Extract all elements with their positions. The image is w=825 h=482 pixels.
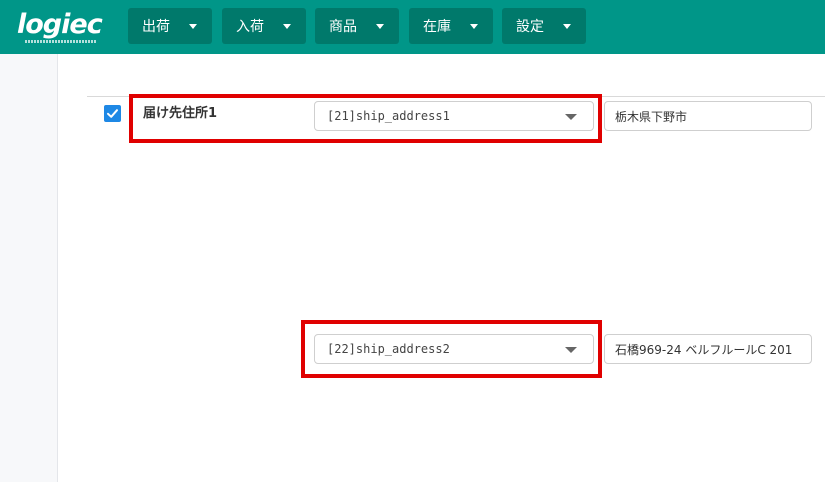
logiec-logo[interactable]: logiec <box>17 9 117 45</box>
caret-down-icon <box>563 24 571 29</box>
top-nav-bar: logiec 出荷 入荷 商品 在庫 設定 <box>0 0 825 54</box>
nav-menu-label: 入荷 <box>236 19 264 35</box>
logo-text: logiec <box>17 9 103 40</box>
field-label: 届け先住所1 <box>143 106 218 121</box>
caret-down-icon <box>189 24 197 29</box>
sample-value-input-row2[interactable] <box>604 334 812 364</box>
caret-down-icon <box>376 24 384 29</box>
row-divider <box>87 96 825 97</box>
caret-down-icon <box>283 24 291 29</box>
nav-menu-receiving[interactable]: 入荷 <box>222 8 306 44</box>
caret-down-icon <box>565 114 577 120</box>
sample-value-input-row1[interactable] <box>604 101 812 131</box>
nav-menu-label: 出荷 <box>142 19 170 35</box>
nav-menu-shipping[interactable]: 出荷 <box>128 8 212 44</box>
nav-menu-label: 商品 <box>329 19 357 35</box>
select-value: [21]ship_address1 <box>327 109 450 123</box>
select-value: [22]ship_address2 <box>327 342 450 356</box>
checkmark-icon <box>107 109 118 118</box>
column-select-row1[interactable]: [21]ship_address1 <box>314 101 594 131</box>
nav-menu-label: 在庫 <box>423 19 451 35</box>
caret-down-icon <box>565 347 577 353</box>
caret-down-icon <box>470 24 478 29</box>
nav-menu-products[interactable]: 商品 <box>315 8 399 44</box>
nav-menu-label: 設定 <box>516 19 544 35</box>
field-enable-checkbox[interactable] <box>104 105 121 122</box>
column-select-row2[interactable]: [22]ship_address2 <box>314 334 594 364</box>
nav-menu-settings[interactable]: 設定 <box>502 8 586 44</box>
logo-tagline-mark <box>25 40 97 43</box>
left-sidebar <box>0 54 58 482</box>
nav-menu-inventory[interactable]: 在庫 <box>409 8 493 44</box>
